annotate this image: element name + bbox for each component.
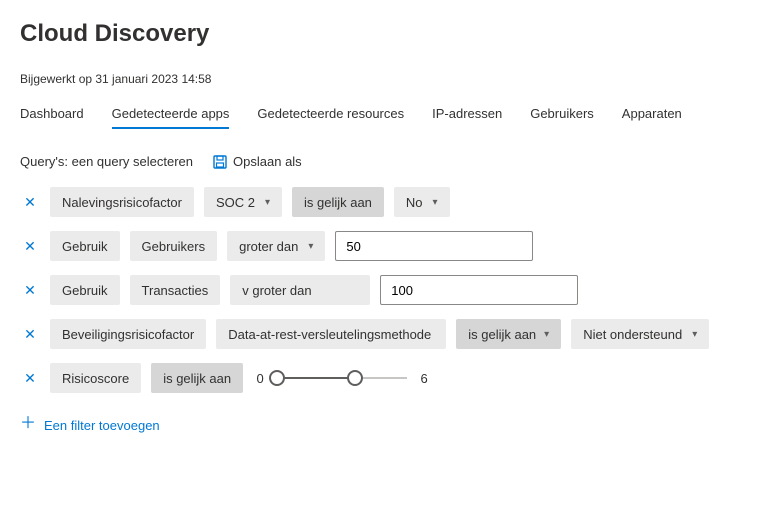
- filter-subfield[interactable]: Transacties: [130, 275, 221, 305]
- chevron-down-icon: ▾: [265, 197, 270, 208]
- save-as-button[interactable]: Opslaan als: [213, 154, 302, 169]
- tab-devices[interactable]: Apparaten: [622, 106, 682, 129]
- filter-value-select[interactable]: No ▾: [394, 187, 450, 217]
- filter-row: ✕ Risicoscore is gelijk aan 0 6: [20, 363, 748, 393]
- filter-subfield[interactable]: Gebruikers: [130, 231, 218, 261]
- filter-value-field[interactable]: [389, 282, 569, 299]
- slider-max-value: 6: [417, 371, 431, 386]
- filter-field[interactable]: Risicoscore: [50, 363, 141, 393]
- remove-filter-icon[interactable]: ✕: [20, 326, 40, 343]
- filter-subfield-select[interactable]: SOC 2 ▾: [204, 187, 282, 217]
- filter-value: No: [406, 195, 423, 210]
- chevron-down-icon: ▾: [692, 329, 697, 340]
- filter-operator-label: groter dan: [239, 239, 298, 254]
- chevron-down-icon: ▾: [433, 197, 438, 208]
- filter-row: ✕ Gebruik Gebruikers groter dan ▾: [20, 231, 748, 261]
- tab-users[interactable]: Gebruikers: [530, 106, 594, 129]
- filter-value-input[interactable]: [335, 231, 533, 261]
- query-bar: Query's: een query selecteren Opslaan al…: [20, 154, 748, 169]
- tab-ip-addresses[interactable]: IP-adressen: [432, 106, 502, 129]
- filter-value-field[interactable]: [344, 238, 524, 255]
- filters-list: ✕ Nalevingsrisicofactor SOC 2 ▾ is gelij…: [20, 187, 748, 393]
- updated-timestamp: Bijgewerkt op 31 januari 2023 14:58: [20, 72, 748, 86]
- query-select-label[interactable]: Query's: een query selecteren: [20, 154, 193, 169]
- filter-value-select[interactable]: Niet ondersteund ▾: [571, 319, 709, 349]
- add-filter-label: Een filter toevoegen: [44, 418, 160, 433]
- remove-filter-icon[interactable]: ✕: [20, 282, 40, 299]
- filter-subfield-value: SOC 2: [216, 195, 255, 210]
- filter-operator-select[interactable]: is gelijk aan ▾: [456, 319, 561, 349]
- add-filter-button[interactable]: ＋ Een filter toevoegen: [20, 417, 160, 433]
- remove-filter-icon[interactable]: ✕: [20, 370, 40, 387]
- tab-detected-resources[interactable]: Gedetecteerde resources: [257, 106, 404, 129]
- filter-field[interactable]: Beveiligingsrisicofactor: [50, 319, 206, 349]
- filter-operator[interactable]: is gelijk aan: [151, 363, 243, 393]
- filter-subfield-select[interactable]: Data-at-rest-versleutelingsmethode: [216, 319, 446, 349]
- plus-icon: ＋: [20, 416, 36, 432]
- filter-row: ✕ Gebruik Transacties v groter dan: [20, 275, 748, 305]
- chevron-down-icon: ▾: [308, 241, 313, 252]
- save-as-label: Opslaan als: [233, 154, 302, 169]
- filter-value-input[interactable]: [380, 275, 578, 305]
- range-slider: 0 6: [253, 368, 431, 388]
- filter-row: ✕ Nalevingsrisicofactor SOC 2 ▾ is gelij…: [20, 187, 748, 217]
- filter-field[interactable]: Nalevingsrisicofactor: [50, 187, 194, 217]
- slider-handle-max[interactable]: [347, 370, 363, 386]
- filter-operator[interactable]: v groter dan: [230, 275, 370, 305]
- filter-operator-label: is gelijk aan: [468, 327, 536, 342]
- filter-field[interactable]: Gebruik: [50, 275, 120, 305]
- filter-field[interactable]: Gebruik: [50, 231, 120, 261]
- tab-dashboard[interactable]: Dashboard: [20, 106, 84, 129]
- filter-row: ✕ Beveiligingsrisicofactor Data-at-rest-…: [20, 319, 748, 349]
- filter-operator-select[interactable]: groter dan ▾: [227, 231, 325, 261]
- slider-handle-min[interactable]: [269, 370, 285, 386]
- filter-operator[interactable]: is gelijk aan: [292, 187, 384, 217]
- tab-detected-apps[interactable]: Gedetecteerde apps: [112, 106, 230, 129]
- filter-value: Niet ondersteund: [583, 327, 682, 342]
- save-icon: [213, 155, 227, 169]
- slider-min-value: 0: [253, 371, 267, 386]
- page-title: Cloud Discovery: [20, 20, 748, 48]
- chevron-down-icon: ▾: [544, 329, 549, 340]
- tabs: Dashboard Gedetecteerde apps Gedetecteer…: [20, 106, 748, 130]
- remove-filter-icon[interactable]: ✕: [20, 238, 40, 255]
- slider-track[interactable]: [277, 368, 407, 388]
- remove-filter-icon[interactable]: ✕: [20, 194, 40, 211]
